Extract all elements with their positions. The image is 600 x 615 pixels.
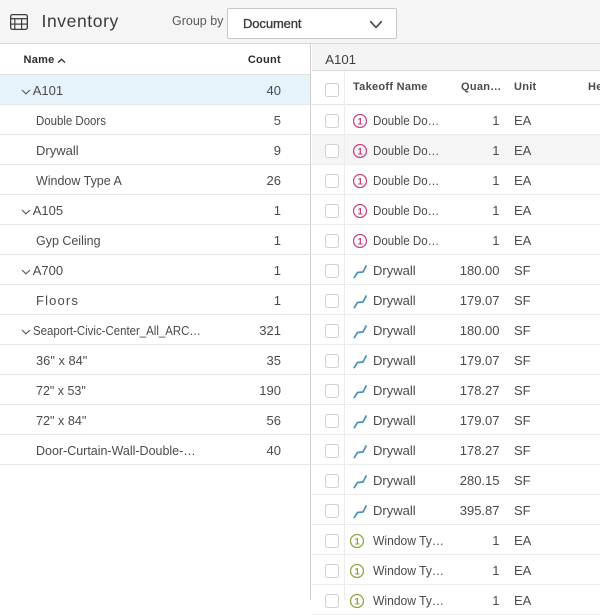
svg-text:1: 1 bbox=[357, 147, 363, 158]
svg-text:1: 1 bbox=[354, 537, 360, 548]
svg-text:1: 1 bbox=[357, 207, 363, 218]
svg-text:1: 1 bbox=[357, 237, 363, 248]
svg-text:1: 1 bbox=[354, 597, 360, 608]
svg-text:1: 1 bbox=[354, 567, 360, 578]
svg-text:1: 1 bbox=[357, 117, 363, 128]
svg-text:1: 1 bbox=[357, 177, 363, 188]
